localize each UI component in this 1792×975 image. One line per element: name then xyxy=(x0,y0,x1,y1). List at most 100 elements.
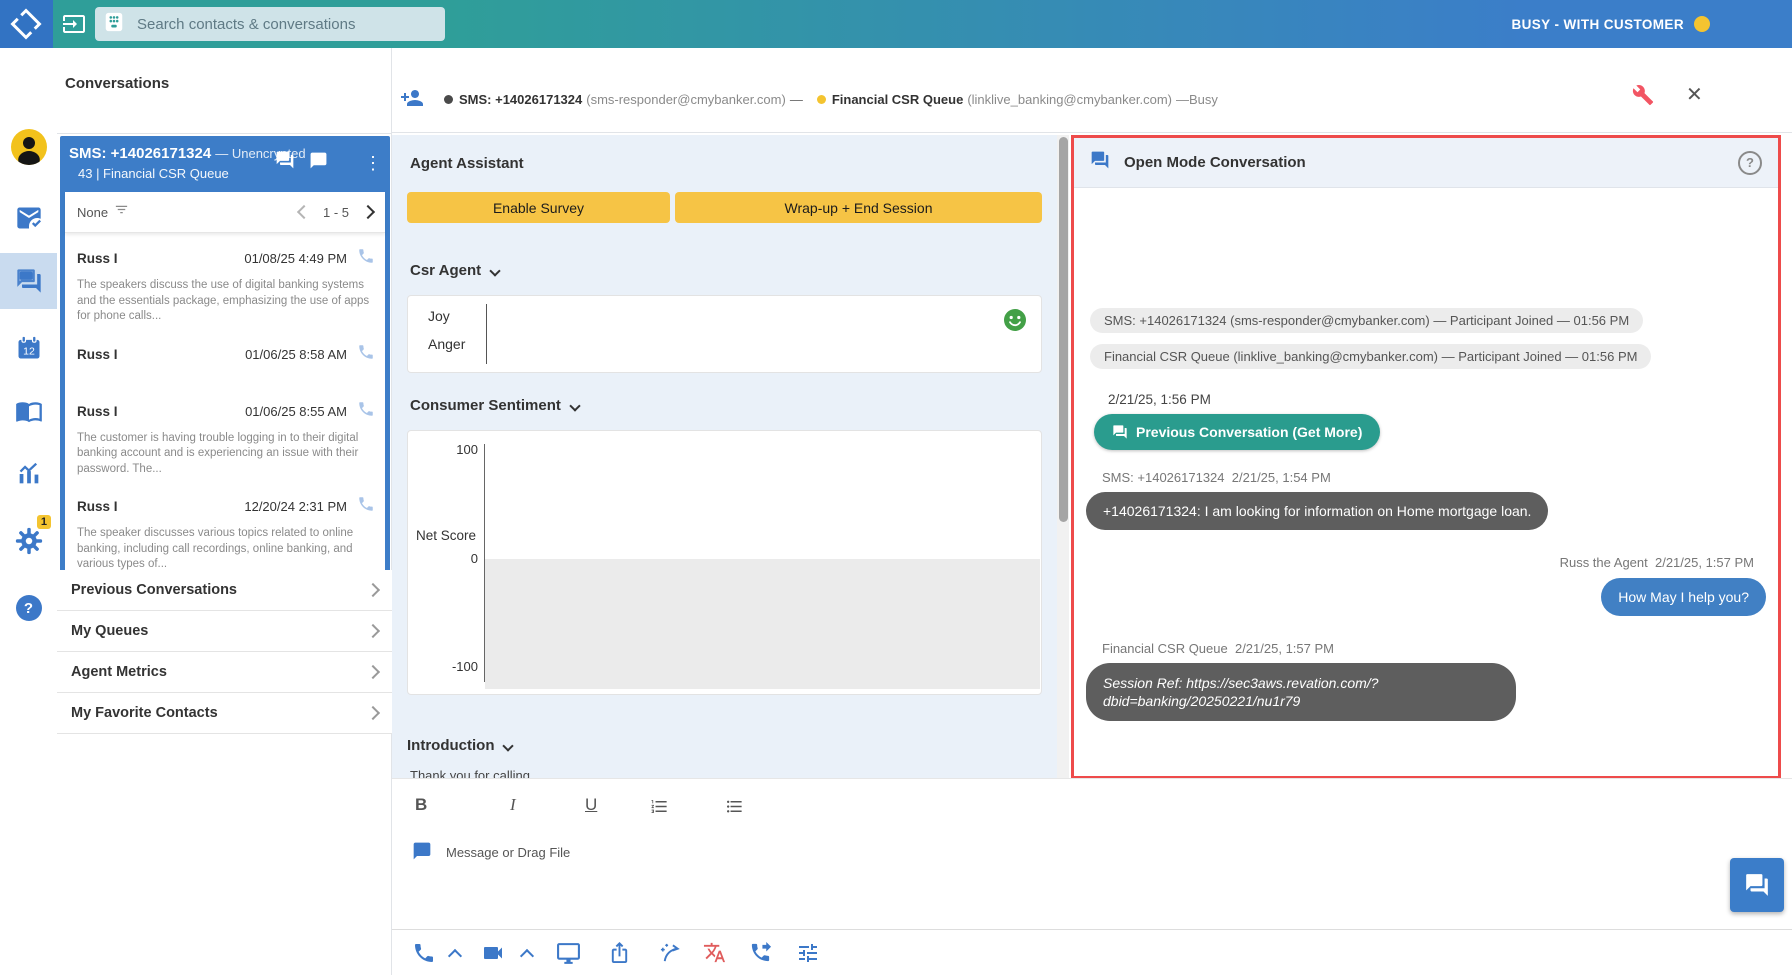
settings-badge: 1 xyxy=(37,515,51,529)
queue-name: Financial CSR Queue xyxy=(832,92,963,107)
list-item[interactable]: Russ I 01/06/25 8:58 AM xyxy=(65,333,385,390)
transfer-call-button[interactable] xyxy=(749,941,772,969)
conversation-snippet xyxy=(77,368,375,382)
introduction-section-header[interactable]: Introduction xyxy=(407,737,512,754)
agent-status[interactable]: BUSY - WITH CUSTOMER xyxy=(1511,0,1710,48)
y-axis-label: Net Score xyxy=(410,528,476,543)
calendar-icon: 12 xyxy=(15,334,43,362)
agent-message-bubble[interactable]: How May I help you? xyxy=(1601,578,1766,616)
bold-button[interactable]: B xyxy=(415,795,427,815)
previous-conversation-get-more-button[interactable]: Previous Conversation (Get More) xyxy=(1094,414,1380,450)
sidebar-item-calendar[interactable]: 12 xyxy=(0,320,57,376)
y-tick-0: 0 xyxy=(434,551,478,566)
chevron-down-icon xyxy=(569,400,580,411)
contact-name: Russ I xyxy=(77,251,244,266)
panel-scrollbar[interactable] xyxy=(1057,135,1069,778)
phone-call-button[interactable] xyxy=(412,941,436,970)
sidebar-item-contacts-book[interactable] xyxy=(0,383,57,439)
inbox-check-icon xyxy=(15,204,43,232)
enable-survey-button[interactable]: Enable Survey xyxy=(407,192,670,223)
share-file-button[interactable] xyxy=(608,941,631,969)
call-controls-toolbar xyxy=(392,929,1792,975)
more-options-icon[interactable]: ⋮ xyxy=(364,154,382,172)
send-message-button[interactable] xyxy=(1730,858,1784,912)
sidebar-item-help[interactable]: ? xyxy=(0,580,57,636)
sidebar-item-profile[interactable] xyxy=(0,119,57,175)
message-input-area[interactable]: Message or Drag File xyxy=(412,841,570,864)
chevron-right-icon xyxy=(366,583,380,597)
calendar-day-label: 12 xyxy=(23,345,35,357)
open-mode-title: Open Mode Conversation xyxy=(1124,154,1724,171)
chevron-right-icon xyxy=(366,665,380,679)
scrollbar-thumb[interactable] xyxy=(1059,137,1068,522)
italic-button[interactable]: I xyxy=(510,795,516,815)
add-participant-icon[interactable] xyxy=(400,86,424,113)
conversation-title: SMS: +14026171324 — Unencrypted xyxy=(69,145,306,162)
list-item[interactable]: Russ I 01/06/25 8:55 AM The customer is … xyxy=(65,390,385,486)
chart-negative-region xyxy=(485,559,1040,689)
video-options-chevron-up[interactable] xyxy=(522,948,532,966)
forum-icon xyxy=(1112,424,1128,440)
wrapup-end-session-button[interactable]: Wrap-up + End Session xyxy=(675,192,1042,223)
page-next-icon[interactable] xyxy=(361,205,375,219)
call-icon[interactable] xyxy=(357,343,375,366)
translate-button[interactable] xyxy=(703,941,726,969)
close-icon[interactable]: ✕ xyxy=(1686,82,1703,107)
call-icon[interactable] xyxy=(357,495,375,518)
help-outline-icon[interactable]: ? xyxy=(1738,151,1762,175)
section-my-favorite-contacts[interactable]: My Favorite Contacts xyxy=(57,693,392,734)
y-tick-100: 100 xyxy=(434,442,478,457)
sidebar-item-metrics[interactable] xyxy=(0,446,57,502)
system-session-ref-bubble[interactable]: Session Ref: https://sec3aws.revation.co… xyxy=(1086,663,1516,721)
selected-conversation-card[interactable]: SMS: +14026171324 — Unencrypted 43 | Fin… xyxy=(60,136,390,629)
message-composer[interactable]: B I U Message or Drag File xyxy=(392,778,1792,929)
system-message: Financial CSR Queue (linklive_banking@cm… xyxy=(1090,344,1651,369)
wrench-icon[interactable] xyxy=(1632,84,1654,111)
tune-settings-button[interactable] xyxy=(796,941,820,970)
sidebar-item-conversations[interactable] xyxy=(0,253,57,309)
video-call-button[interactable] xyxy=(480,941,506,970)
call-icon[interactable] xyxy=(357,247,375,270)
filter-label[interactable]: None xyxy=(77,205,108,220)
smiley-face-icon xyxy=(1003,308,1027,337)
screen-share-button[interactable] xyxy=(556,941,581,971)
bulleted-list-button[interactable] xyxy=(725,797,744,821)
import-contacts-icon[interactable] xyxy=(62,12,86,41)
participant-status-dot xyxy=(444,95,453,104)
chart-icon xyxy=(15,460,43,488)
app-logo[interactable] xyxy=(0,0,53,48)
search-input[interactable] xyxy=(135,15,437,34)
forum-send-icon xyxy=(1744,872,1770,898)
page-prev-icon[interactable] xyxy=(297,205,311,219)
conversation-snippet: The speakers discuss the use of digital … xyxy=(77,278,375,325)
section-agent-metrics[interactable]: Agent Metrics xyxy=(57,652,392,693)
csr-agent-section-header[interactable]: Csr Agent xyxy=(410,262,499,279)
left-nav-rail: 12 1 ? xyxy=(0,48,58,975)
sidebar-item-settings[interactable]: 1 xyxy=(0,513,57,569)
gear-icon xyxy=(14,526,44,556)
conversation-time: 01/06/25 8:58 AM xyxy=(245,347,347,362)
consumer-sentiment-section-header[interactable]: Consumer Sentiment xyxy=(410,397,579,414)
chat-bubble-icon[interactable] xyxy=(309,151,328,175)
filter-icon[interactable] xyxy=(114,202,129,222)
phone-options-chevron-up[interactable] xyxy=(450,948,460,966)
conversation-snippet: The customer is having trouble logging i… xyxy=(77,431,375,478)
call-icon[interactable] xyxy=(357,400,375,423)
sparkle-arrow-icon[interactable] xyxy=(659,941,682,969)
multi-chat-icon[interactable] xyxy=(275,150,295,175)
sidebar-item-inbox[interactable] xyxy=(0,190,57,246)
section-my-queues[interactable]: My Queues xyxy=(57,611,392,652)
underline-button[interactable]: U xyxy=(585,795,597,815)
conversation-time: 01/08/25 4:49 PM xyxy=(244,251,347,266)
queue-status: —Busy xyxy=(1176,92,1218,107)
open-mode-conversation-panel: Open Mode Conversation ? SMS: +140261713… xyxy=(1071,135,1781,779)
status-label: BUSY - WITH CUSTOMER xyxy=(1511,17,1684,32)
conversation-time: 01/06/25 8:55 AM xyxy=(245,404,347,419)
section-previous-conversations[interactable]: Previous Conversations xyxy=(57,570,392,611)
numbered-list-button[interactable] xyxy=(650,797,669,821)
sentiment-chart: 100 Net Score 0 -100 xyxy=(407,430,1042,695)
list-item[interactable]: Russ I 12/20/24 2:31 PM The speaker disc… xyxy=(65,485,385,581)
customer-message-bubble[interactable]: +14026171324: I am looking for informati… xyxy=(1086,492,1548,530)
list-item[interactable]: Russ I 01/08/25 4:49 PM The speakers dis… xyxy=(65,237,385,333)
history-filter-row: None 1 - 5 xyxy=(65,192,385,233)
